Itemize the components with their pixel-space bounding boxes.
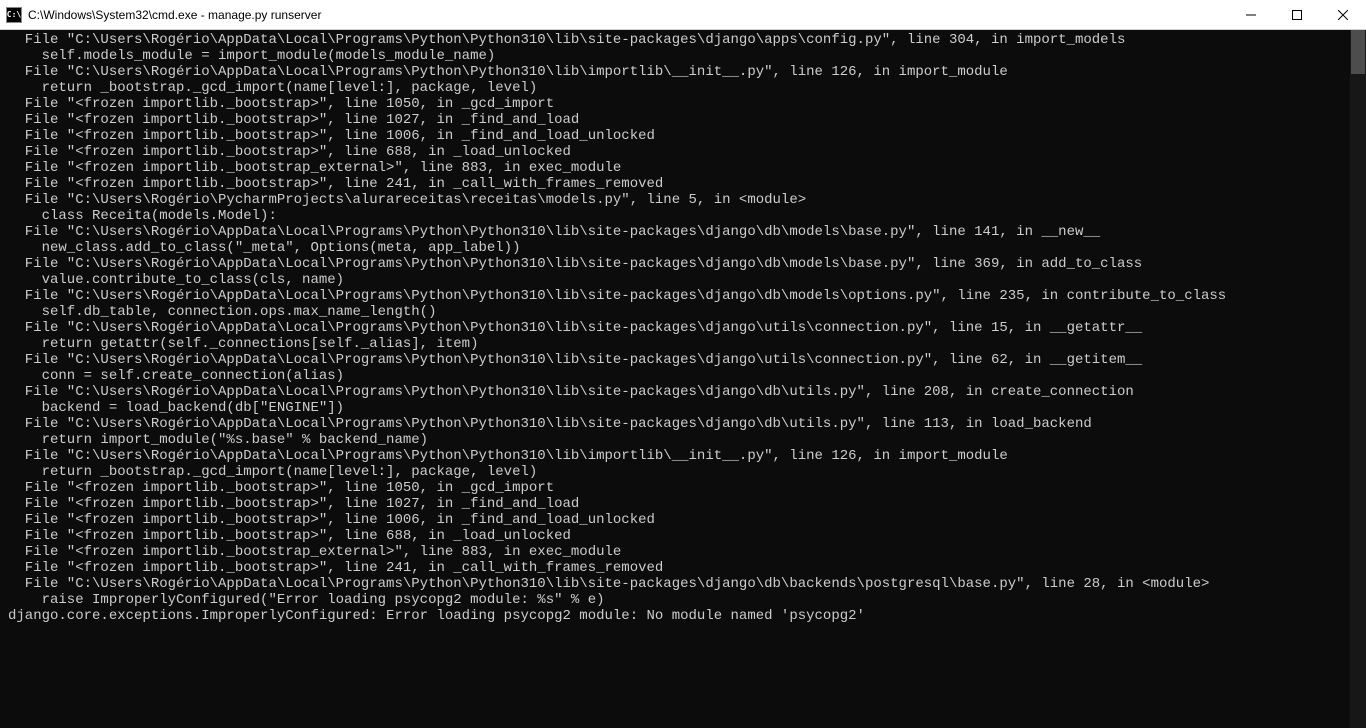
titlebar-left: C:\ C:\Windows\System32\cmd.exe - manage… [0,7,321,23]
close-button[interactable] [1320,0,1366,29]
maximize-button[interactable] [1274,0,1320,29]
terminal-output[interactable]: File "C:\Users\Rogério\AppData\Local\Pro… [0,30,1350,728]
minimize-button[interactable] [1228,0,1274,29]
window-title: C:\Windows\System32\cmd.exe - manage.py … [28,8,321,22]
cmd-icon: C:\ [6,7,22,23]
terminal-area: File "C:\Users\Rogério\AppData\Local\Pro… [0,30,1366,728]
scrollbar-thumb[interactable] [1351,30,1365,74]
vertical-scrollbar[interactable] [1350,30,1366,728]
window-controls [1228,0,1366,29]
window-titlebar: C:\ C:\Windows\System32\cmd.exe - manage… [0,0,1366,30]
